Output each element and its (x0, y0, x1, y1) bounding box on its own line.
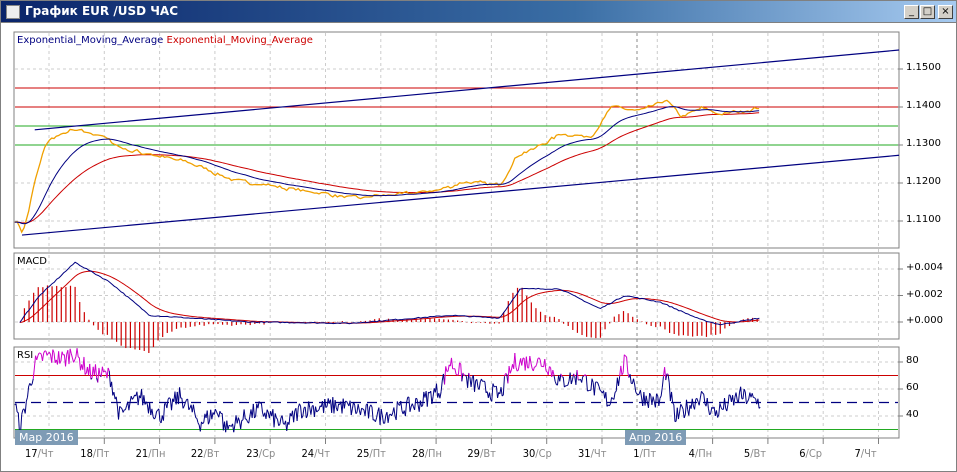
chart-canvas[interactable] (0, 0, 957, 472)
price-axis-tick-label: 1.1500 (906, 62, 941, 73)
date-label: 1/Пт (633, 447, 657, 460)
rsi-line-segment (505, 373, 508, 375)
date-label: 31/Чт (578, 447, 607, 460)
macd-panel-label: MACD (17, 256, 47, 267)
macd-axis-tick-label: +0.000 (906, 315, 944, 326)
month-label: Апр 2016 (625, 430, 687, 445)
date-label: 23/Ср (246, 447, 276, 460)
rsi-axis-tick-label: 40 (906, 409, 919, 420)
date-label: 4/Пн (688, 447, 713, 460)
date-label: 7/Чт (854, 447, 877, 460)
date-label: 17/Чт (25, 447, 54, 460)
macd-axis-tick-label: +0.004 (906, 262, 944, 273)
price-axis-tick-label: 1.1200 (906, 176, 941, 187)
rsi-panel (13, 346, 900, 439)
price-axis-tick-label: 1.1100 (906, 214, 941, 225)
rsi-panel-label: RSI (17, 350, 34, 361)
rsi-line-segment (455, 373, 458, 376)
rsi-line-segment (77, 356, 80, 359)
date-label: 22/Вт (190, 447, 220, 460)
rsi-line-segment (195, 417, 198, 419)
date-label: 6/Ср (799, 447, 823, 460)
date-label: 21/Пн (135, 447, 166, 460)
date-label: 24/Чт (301, 447, 330, 460)
rsi-line-segment (516, 369, 519, 372)
rsi-line-segment (728, 394, 731, 396)
date-label: 28/Пн (412, 447, 442, 460)
date-label: 5/Вт (743, 447, 767, 460)
rsi-line-segment (16, 411, 19, 414)
rsi-axis-tick-label: 60 (906, 382, 919, 393)
date-label: 30/Ср (522, 447, 552, 460)
ema-slow-legend: Exponential_Moving_Average (166, 35, 313, 46)
rsi-line-segment (666, 373, 669, 375)
date-label: 18/Пт (80, 447, 110, 460)
rsi-line-segment (483, 380, 486, 383)
date-label: 29/Вт (467, 447, 496, 460)
main-panel (13, 31, 900, 249)
price-axis-tick-label: 1.1300 (906, 138, 941, 149)
rsi-line-segment (104, 370, 107, 373)
month-label: Мар 2016 (15, 430, 78, 445)
indicator-legend: Exponential_Moving_Average Exponential_M… (17, 35, 313, 46)
rsi-line-segment (362, 408, 365, 411)
price-axis-tick-label: 1.1400 (906, 100, 941, 111)
ema-fast-legend: Exponential_Moving_Average (17, 35, 164, 46)
rsi-line-segment (361, 407, 364, 410)
rsi-axis-tick-label: 80 (906, 355, 919, 366)
macd-axis-tick-label: +0.002 (906, 288, 944, 300)
date-label: 25/Пт (356, 447, 386, 460)
